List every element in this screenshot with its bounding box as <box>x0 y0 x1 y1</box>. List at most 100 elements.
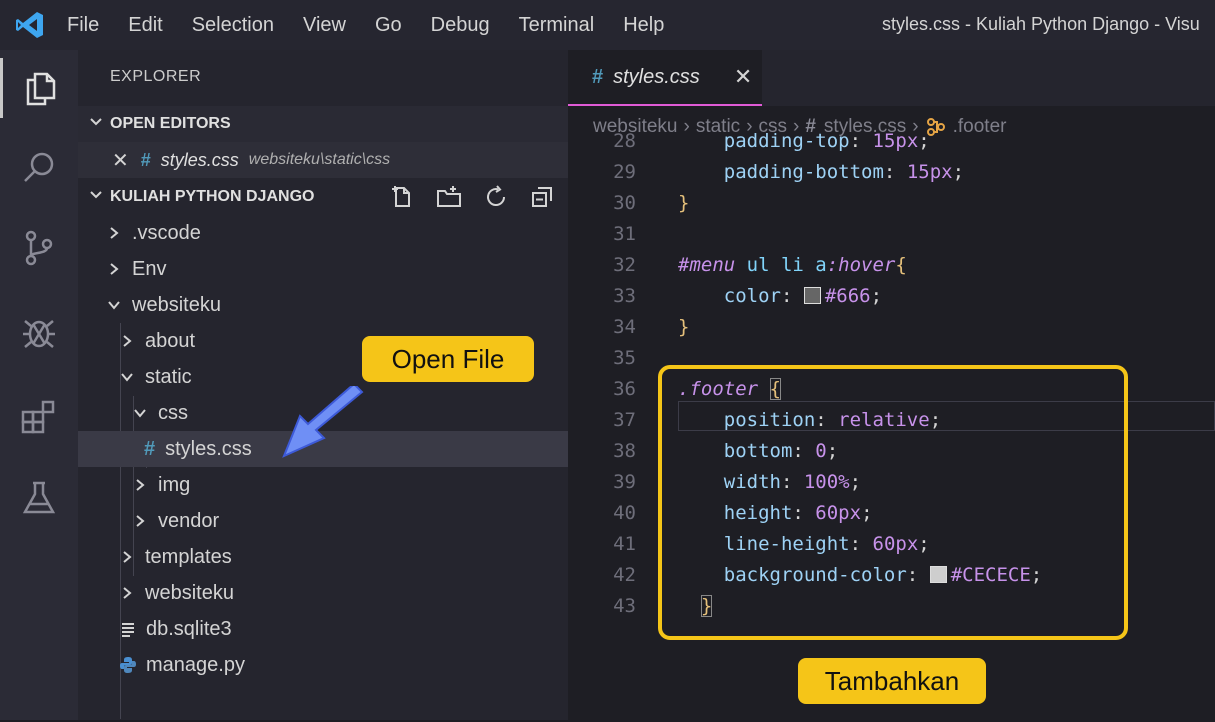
debug-icon[interactable] <box>0 302 78 362</box>
menu-help[interactable]: Help <box>623 14 664 37</box>
editor-area: # styles.css ✕ websiteku › static › css … <box>568 50 1215 720</box>
chevron-right-icon <box>117 334 137 348</box>
tree-item-label: manage.py <box>146 653 245 676</box>
line-number: 43 <box>613 595 636 617</box>
tree-item-label: .vscode <box>132 221 201 244</box>
open-editor-item[interactable]: ✕ # styles.css websiteku\static\css <box>78 142 568 178</box>
file-lines-icon <box>118 621 138 637</box>
tree-item-label: img <box>158 473 191 496</box>
line-number: 32 <box>613 254 636 276</box>
code-line: padding-bottom: 15px; <box>723 161 965 183</box>
tree-item-label: templates <box>145 545 232 568</box>
chevron-down-icon <box>104 298 124 312</box>
close-icon[interactable]: ✕ <box>112 148 129 173</box>
tree-item-label: css <box>158 401 188 424</box>
line-number: 41 <box>613 533 636 555</box>
chevron-right-icon <box>104 226 124 240</box>
chevron-right-icon <box>117 586 137 600</box>
collapse-all-icon[interactable] <box>530 185 554 209</box>
title-bar: File Edit Selection View Go Debug Termin… <box>0 0 1215 50</box>
line-number: 37 <box>613 409 636 431</box>
new-file-icon[interactable] <box>390 185 414 209</box>
chevron-down-icon <box>130 406 150 420</box>
tree-item-templates[interactable]: templates <box>78 539 568 575</box>
line-number: 42 <box>613 564 636 586</box>
menu-edit[interactable]: Edit <box>128 14 162 37</box>
open-editors-label: OPEN EDITORS <box>110 115 231 132</box>
testing-flask-icon[interactable] <box>0 468 78 528</box>
tab-bar: # styles.css ✕ <box>568 50 1215 106</box>
menu-terminal[interactable]: Terminal <box>519 14 595 37</box>
chevron-right-icon <box>117 550 137 564</box>
line-number: 38 <box>613 440 636 462</box>
project-label: KULIAH PYTHON DJANGO <box>110 188 315 205</box>
line-number: 30 <box>613 192 636 214</box>
code-line: #menu ul li a:hover{ <box>678 254 907 276</box>
menu-view[interactable]: View <box>303 14 346 37</box>
line-number: 28 <box>613 130 636 152</box>
css-file-icon: # <box>140 149 151 170</box>
tree-item-websiteku-inner[interactable]: websiteku <box>78 575 568 611</box>
tree-item-label: Env <box>132 257 167 280</box>
add-callout: Tambahkan <box>798 658 986 704</box>
open-editor-path: websiteku\static\css <box>248 151 391 168</box>
tree-item-env[interactable]: Env <box>78 251 568 287</box>
menu-go[interactable]: Go <box>375 14 402 37</box>
line-number: 33 <box>613 285 636 307</box>
tree-item-label: static <box>145 365 192 388</box>
open-editor-name: styles.css <box>160 149 239 170</box>
explorer-title: EXPLORER <box>110 68 202 85</box>
explorer-sidebar: EXPLORER OPEN EDITORS ✕ # styles.css web… <box>78 50 568 720</box>
line-number: 39 <box>613 471 636 493</box>
line-number: 35 <box>613 347 636 369</box>
tree-item-img[interactable]: img <box>78 467 568 503</box>
color-swatch[interactable] <box>803 287 821 304</box>
tab-styles-css[interactable]: # styles.css ✕ <box>568 50 762 106</box>
activity-bar <box>0 50 78 720</box>
line-number: 36 <box>613 378 636 400</box>
line-number: 34 <box>613 316 636 338</box>
source-control-icon[interactable] <box>0 218 78 278</box>
tree-item-label: about <box>145 329 196 352</box>
code-line: padding-top: 15px; <box>723 130 930 152</box>
open-file-callout: Open File <box>362 336 534 382</box>
vscode-logo-icon <box>16 12 43 38</box>
tree-item-websiteku[interactable]: websiteku <box>78 287 568 323</box>
line-number: 31 <box>613 223 636 245</box>
open-editors-header[interactable]: OPEN EDITORS <box>78 106 568 142</box>
chevron-down-icon <box>88 114 104 135</box>
menu-debug[interactable]: Debug <box>431 14 490 37</box>
tree-item-manage-py[interactable]: manage.py <box>78 647 568 683</box>
chevron-right-icon <box>130 478 150 492</box>
close-icon[interactable]: ✕ <box>734 64 752 90</box>
explorer-icon[interactable] <box>0 58 78 118</box>
window-title: styles.css - Kuliah Python Django - Visu <box>882 14 1200 34</box>
tree-item-label: styles.css <box>165 437 252 460</box>
python-icon <box>118 656 138 674</box>
line-number: 29 <box>613 161 636 183</box>
tree-item-vendor[interactable]: vendor <box>78 503 568 539</box>
menu-file[interactable]: File <box>67 14 99 37</box>
menu-selection[interactable]: Selection <box>192 14 274 37</box>
tree-item-label: vendor <box>158 509 220 532</box>
code-line: } <box>678 192 690 214</box>
project-header[interactable]: KULIAH PYTHON DJANGO <box>78 179 568 215</box>
search-icon[interactable] <box>0 138 78 198</box>
css-file-icon: # <box>592 65 604 88</box>
line-number: 40 <box>613 502 636 524</box>
new-folder-icon[interactable] <box>436 185 462 209</box>
refresh-icon[interactable] <box>484 185 508 209</box>
arrow-icon <box>282 386 364 458</box>
tree-item-label: websiteku <box>132 293 221 316</box>
chevron-right-icon <box>104 262 124 276</box>
extensions-icon[interactable] <box>0 386 78 446</box>
breadcrumb-item[interactable]: .footer <box>953 116 1007 138</box>
css-file-icon: # <box>144 437 156 460</box>
tab-label: styles.css <box>613 65 700 88</box>
tree-item-label: websiteku <box>145 581 234 604</box>
chevron-right-icon <box>130 514 150 528</box>
tree-item-label: db.sqlite3 <box>146 617 232 640</box>
tree-item-db-sqlite3[interactable]: db.sqlite3 <box>78 611 568 647</box>
tree-item-vscode[interactable]: .vscode <box>78 215 568 251</box>
highlight-box <box>658 365 1128 640</box>
